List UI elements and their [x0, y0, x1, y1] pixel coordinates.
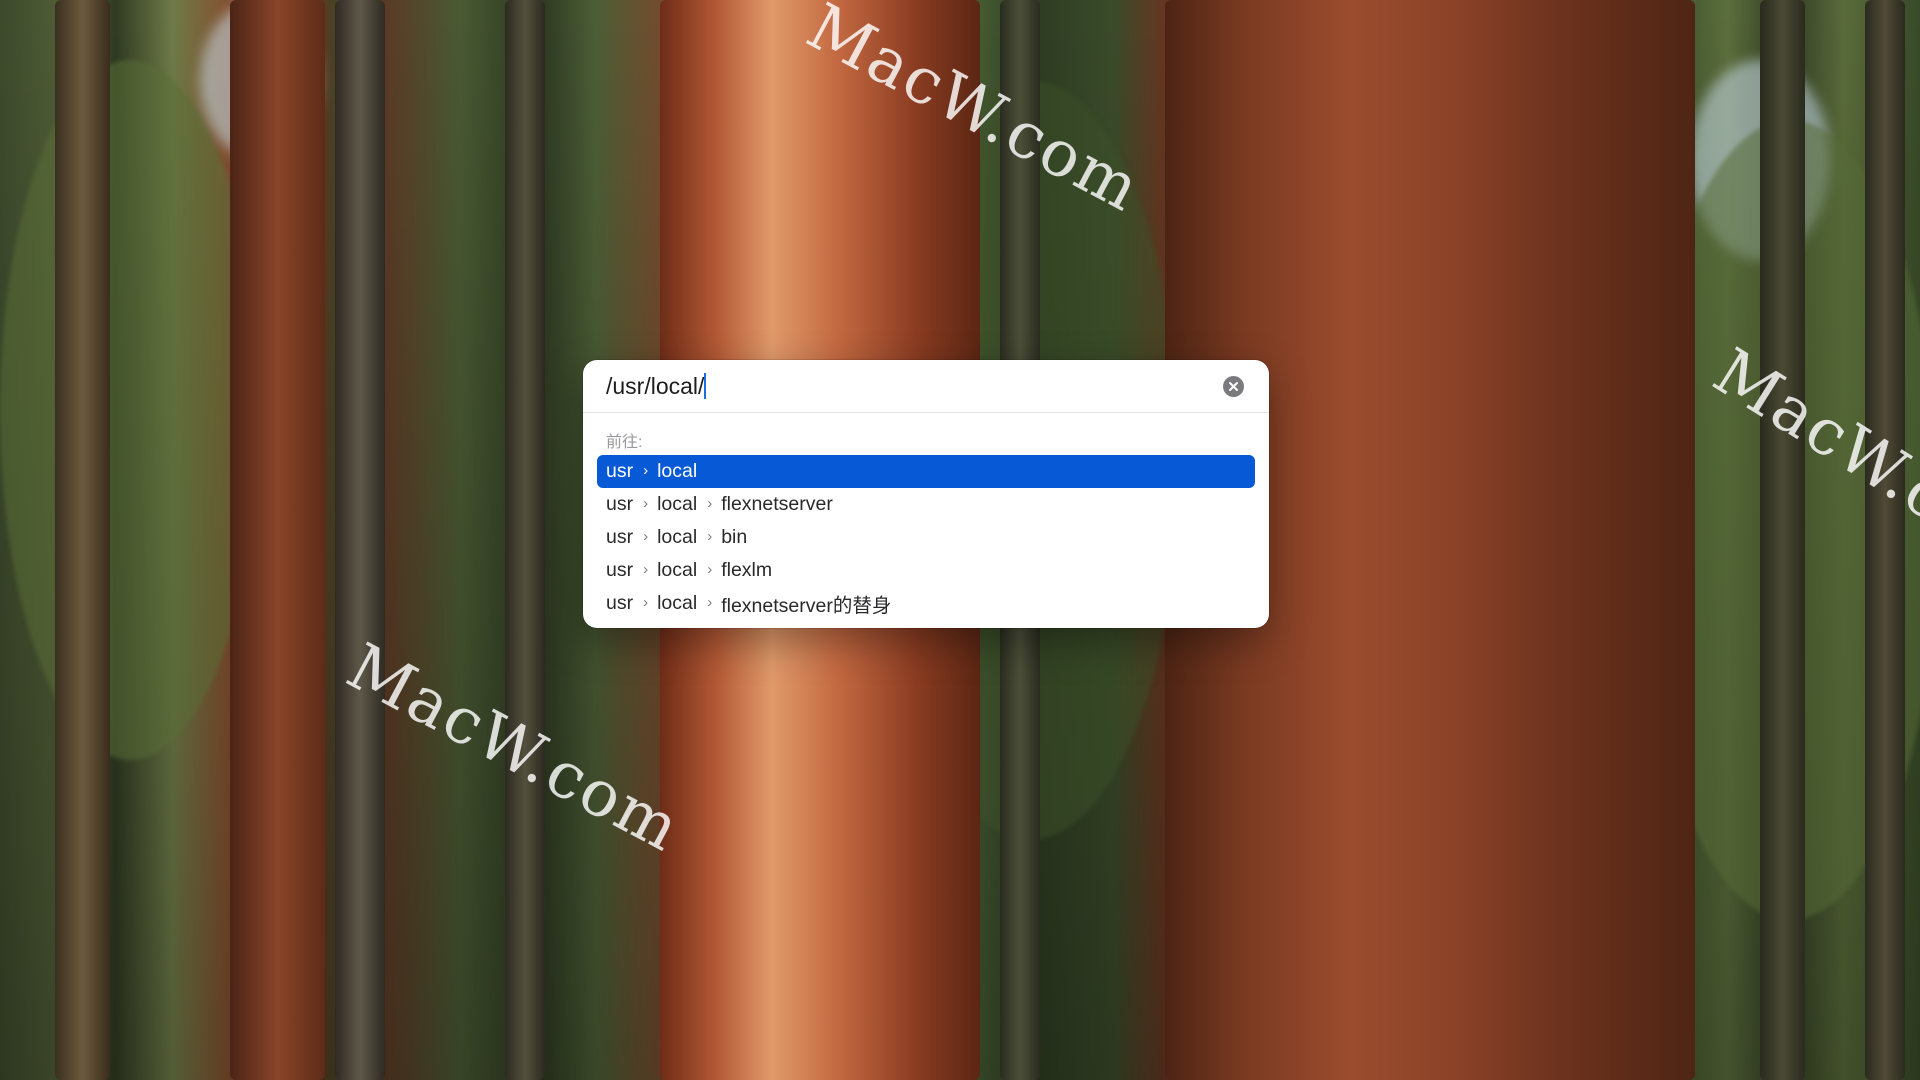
- chevron-right-icon: ›: [643, 561, 649, 578]
- result-row-usr-local[interactable]: usr › local: [597, 455, 1255, 488]
- chevron-right-icon: ›: [643, 462, 649, 479]
- xmark-circle-icon: [1229, 382, 1238, 391]
- path-segment: local: [657, 493, 698, 515]
- path-segment: usr: [606, 592, 634, 614]
- chevron-right-icon: ›: [643, 594, 649, 611]
- tree-trunk: [230, 0, 325, 1080]
- path-segment: usr: [606, 460, 634, 482]
- path-field[interactable]: /usr/local/: [583, 360, 1269, 413]
- path-input[interactable]: /usr/local/: [606, 372, 707, 400]
- tree-trunk: [335, 0, 385, 1080]
- path-segment: local: [657, 526, 698, 548]
- results-list: usr › local usr › local › flexnetserver usr › lo…: [597, 455, 1255, 620]
- tree-trunk: [1865, 0, 1905, 1080]
- path-segment: local: [657, 559, 698, 581]
- path-input-text: /usr/local/: [606, 373, 705, 399]
- result-row-flexnetserver-alias[interactable]: usr › local › flexnetserver的替身: [597, 587, 1255, 620]
- tree-trunk: [55, 0, 110, 1080]
- chevron-right-icon: ›: [707, 594, 713, 611]
- chevron-right-icon: ›: [643, 528, 649, 545]
- foliage: [0, 60, 260, 760]
- tree-trunk: [505, 0, 545, 1080]
- chevron-right-icon: ›: [707, 495, 713, 512]
- tree-trunk: [1760, 0, 1805, 1080]
- path-segment: bin: [721, 526, 748, 548]
- result-row-flexnetserver[interactable]: usr › local › flexnetserver: [597, 488, 1255, 521]
- path-segment: flexnetserver的替身: [721, 595, 892, 617]
- section-label: 前往:: [606, 434, 643, 451]
- desktop-wallpaper: MacW.com MacW.com MacW.co /usr/local/ 前往…: [0, 0, 1920, 1080]
- path-segment: flexnetserver: [721, 493, 833, 515]
- path-segment: local: [657, 460, 698, 482]
- result-row-flexlm[interactable]: usr › local › flexlm: [597, 554, 1255, 587]
- path-segment: usr: [606, 493, 634, 515]
- result-row-bin[interactable]: usr › local › bin: [597, 521, 1255, 554]
- clear-button[interactable]: [1223, 376, 1244, 397]
- text-caret: [704, 373, 707, 399]
- go-to-folder-panel: /usr/local/ 前往: usr › local usr › local › flex…: [583, 360, 1269, 628]
- path-segment: usr: [606, 559, 634, 581]
- path-segment: usr: [606, 526, 634, 548]
- path-segment: local: [657, 592, 698, 614]
- chevron-right-icon: ›: [643, 495, 649, 512]
- chevron-right-icon: ›: [707, 561, 713, 578]
- path-segment: flexlm: [721, 559, 773, 581]
- chevron-right-icon: ›: [707, 528, 713, 545]
